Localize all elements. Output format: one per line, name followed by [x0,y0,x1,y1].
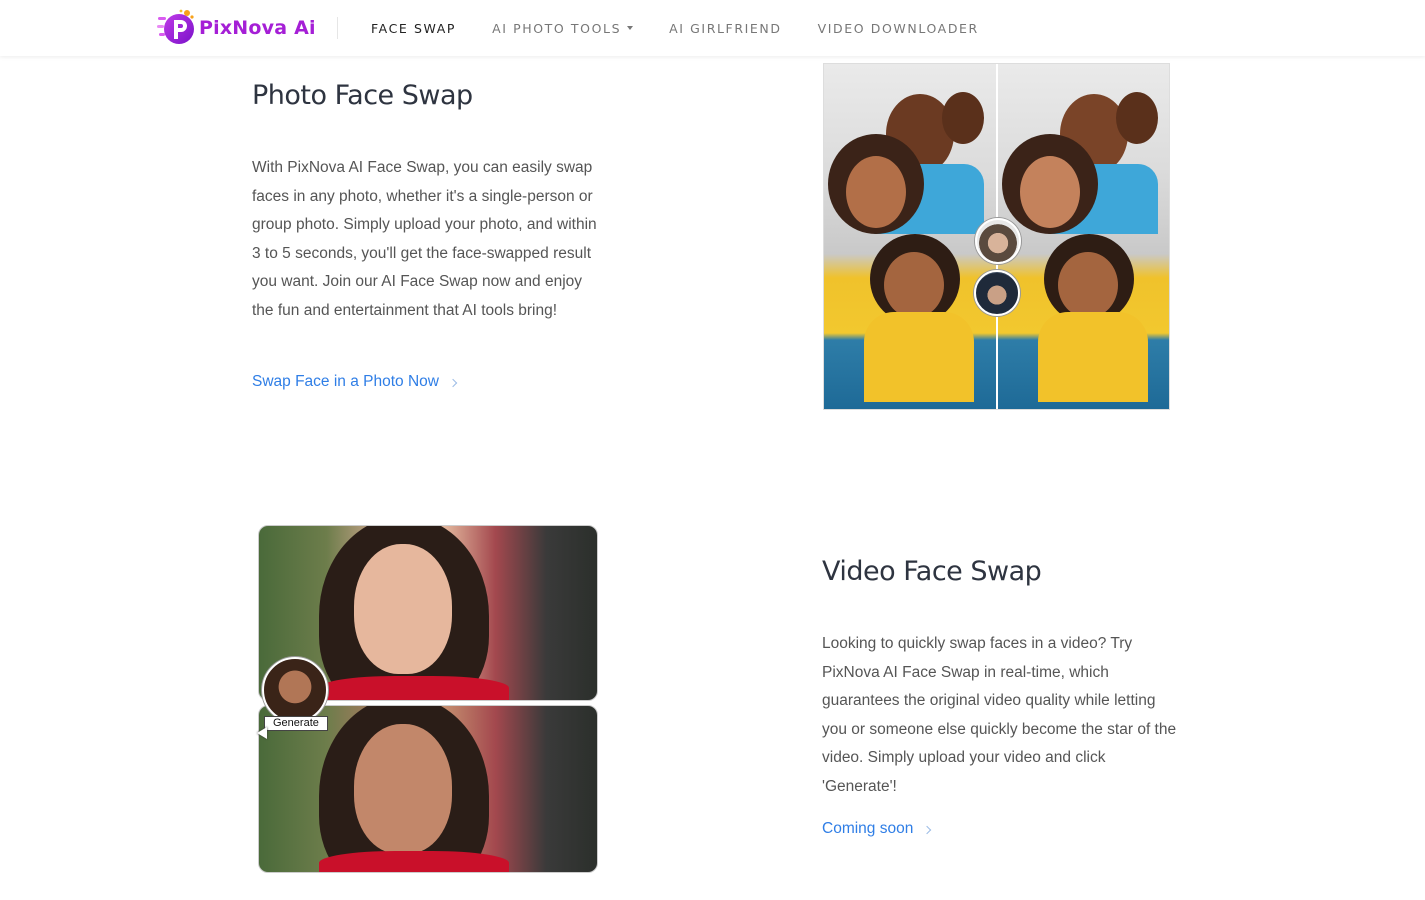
woman-face-swapped [1019,156,1080,228]
top-navigation-bar: PixNova Ai FACE SWAP AI PHOTO TOOLS AI G… [0,0,1425,56]
boy-face [942,92,984,144]
boy-face-swapped [1115,92,1158,144]
nav-ai-girlfriend-label: AI GIRLFRIEND [669,20,782,36]
video-face-swap-example-image: Generate [257,525,598,873]
coming-soon-link-label: Coming soon [822,820,914,837]
chevron-right-icon [923,825,932,834]
photo-face-swap-description: With PixNova AI Face Swap, you can easil… [252,159,597,319]
photo-face-swap-title: Photo Face Swap [252,80,473,111]
nav-face-swap[interactable]: FACE SWAP [371,21,456,36]
nav-ai-girlfriend[interactable]: AI GIRLFRIEND [669,21,781,36]
logo-text: PixNova Ai [199,17,316,39]
video-face-swap-description: Looking to quickly swap faces in a video… [822,635,1177,795]
video-face-swap-title: Video Face Swap [822,556,1042,587]
nav-ai-photo-tools-label: AI PHOTO TOOLS [492,20,622,36]
generate-label: Generate [264,716,328,731]
source-face-thumbnail-2 [974,270,1020,316]
main-nav: FACE SWAP AI PHOTO TOOLS AI GIRLFRIEND V… [371,0,1015,56]
yellow-shirt-swapped [1037,312,1148,402]
girl-face-swapped [1057,252,1118,318]
yellow-shirt [864,312,974,402]
red-top-swapped [319,851,509,872]
nav-video-downloader[interactable]: VIDEO DOWNLOADER [818,21,979,36]
caret-down-icon [627,26,634,30]
photo-face-swap-example-image [823,63,1170,410]
red-top-original [319,676,509,700]
cursor-pointer-icon [257,727,267,739]
original-photo-half [824,64,996,409]
woman-face-original [354,544,452,674]
header-divider [337,17,338,39]
source-face-thumbnail-1 [975,218,1021,264]
source-face-avatar [262,657,328,723]
woman-face-swapped-video [354,724,452,854]
swap-face-photo-link[interactable]: Swap Face in a Photo Now [252,373,458,391]
nav-face-swap-label: FACE SWAP [371,20,457,36]
coming-soon-link[interactable]: Coming soon [822,820,932,838]
logo[interactable]: PixNova Ai [157,8,316,48]
chevron-right-icon [448,378,458,387]
nav-ai-photo-tools[interactable]: AI PHOTO TOOLS [492,20,634,36]
swapped-photo-half [997,64,1169,409]
nav-video-downloader-label: VIDEO DOWNLOADER [817,20,979,36]
woman-face [846,156,906,228]
girl-face [884,252,944,318]
pixnova-logo-icon [157,8,197,48]
swap-face-photo-link-label: Swap Face in a Photo Now [252,373,439,390]
